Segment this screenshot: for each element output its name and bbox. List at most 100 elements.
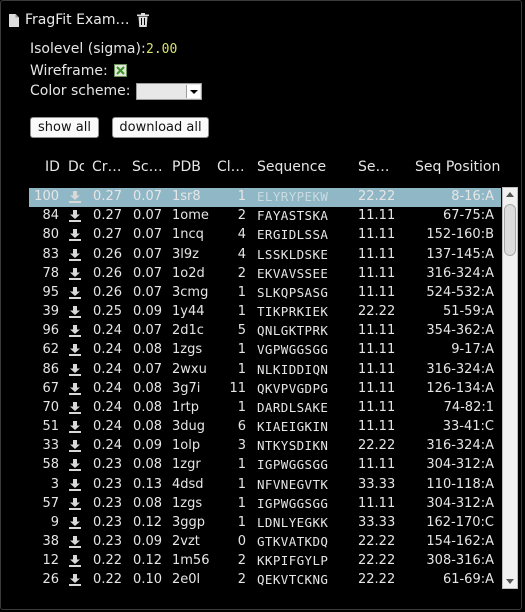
scroll-down-icon[interactable] — [503, 574, 517, 588]
cell-id: 51 — [42, 419, 59, 435]
color-scheme-select[interactable] — [136, 83, 202, 100]
wireframe-checkbox[interactable] — [114, 64, 127, 77]
table-row[interactable]: 38 0.23 0.09 2vzt 0 GTKVATKDQ 22.22 154-162:A — [29, 533, 501, 552]
column-header-se[interactable]: Se… — [358, 159, 398, 175]
download-icon[interactable] — [69, 229, 81, 245]
table-row[interactable]: 58 0.23 0.08 1zgr 1 IGPWGGSGG 11.11 304-312:A — [29, 456, 501, 475]
cell-pdb: 1zgs — [172, 342, 203, 358]
cell-seq-position: 304-312:A — [426, 457, 494, 473]
scrollbar-thumb[interactable] — [504, 204, 516, 256]
show-all-button[interactable]: show all — [30, 117, 99, 138]
download-icon[interactable] — [69, 497, 81, 514]
cell-sc: 0.07 — [133, 284, 162, 300]
fragment-table-body: 100 0.27 0.07 1sr8 1 ELYRYPEKW 22.22 8-16:A 84 0.… — [29, 188, 501, 588]
table-row[interactable]: 39 0.25 0.09 1y44 1 TIKPRKIEK 22.22 51-59:A — [29, 303, 501, 322]
download-icon[interactable] — [69, 555, 81, 571]
column-header-seq-position[interactable]: Seq Position — [415, 159, 501, 175]
cell-cr: 0.23 — [93, 457, 122, 473]
column-header-cr[interactable]: Cr… — [92, 159, 126, 175]
download-icon[interactable] — [69, 478, 81, 495]
download-icon[interactable] — [69, 536, 81, 552]
cell-seq-position: 126-134:A — [426, 380, 494, 396]
cell-pdb: 2vzt — [172, 534, 200, 550]
scroll-up-icon[interactable] — [503, 188, 517, 202]
cell-seq-position: 316-324:A — [426, 265, 494, 281]
cell-sequence: QNLGKTPRK — [257, 323, 329, 339]
cell-pdb: 1zgr — [172, 457, 201, 473]
table-row[interactable]: 26 0.22 0.10 2e0l 2 QEKVTCKNG 22.22 61-69:A — [29, 571, 501, 588]
cell-sequence: LSSKLDSKE — [257, 246, 329, 262]
table-row[interactable]: 9 0.23 0.12 3ggp 1 LDNLYEGKK 33.33 162-170:C — [29, 514, 501, 533]
download-all-button[interactable]: download all — [112, 117, 209, 138]
table-row[interactable]: 3 0.23 0.13 4dsd 1 NFVNEGVTK 33.33 110-118:A — [29, 476, 501, 495]
chevron-down-icon[interactable] — [186, 85, 200, 98]
table-row[interactable]: 57 0.23 0.08 1zgs 1 IGPWGGSGG 11.11 304-312:A — [29, 495, 501, 514]
download-icon[interactable] — [69, 382, 81, 399]
download-icon[interactable] — [69, 344, 81, 360]
table-row[interactable]: 86 0.24 0.07 2wxu 1 NLKIDDIQN 11.11 316-324:A — [29, 361, 501, 380]
cell-sc: 0.07 — [133, 227, 162, 243]
column-header-pdb[interactable]: PDB — [172, 159, 212, 175]
column-header-sequence[interactable]: Sequence — [257, 159, 347, 175]
cell-se: 33.33 — [358, 514, 396, 530]
download-icon[interactable] — [69, 516, 81, 533]
download-icon[interactable] — [69, 306, 81, 322]
table-scrollbar[interactable] — [502, 187, 518, 589]
table-row[interactable]: 84 0.27 0.07 1ome 2 FAYASTSKA 11.11 67-75:A — [29, 207, 501, 226]
cell-pdb: 2d1c — [172, 323, 204, 339]
table-row[interactable]: 78 0.26 0.07 1o2d 2 EKVAVSSEE 11.11 316-324:A — [29, 265, 501, 284]
isolevel-value[interactable]: 2.00 — [146, 42, 177, 57]
table-row[interactable]: 12 0.22 0.12 1m56 2 KKPIFGYLP 22.22 308-316:A — [29, 552, 501, 571]
table-row[interactable]: 62 0.24 0.08 1zgs 1 VGPWGGSGG 11.11 9-17:A — [29, 341, 501, 360]
cell-sequence: NTKYSDIKN — [257, 438, 329, 454]
cell-id: 57 — [42, 495, 59, 511]
cell-pdb: 2e0l — [172, 572, 201, 588]
table-row[interactable]: 70 0.24 0.08 1rtp 1 DARDLSAKE 11.11 74-82:1 — [29, 399, 501, 418]
trash-icon[interactable] — [137, 13, 150, 27]
cell-seq-position: 308-316:A — [426, 553, 494, 569]
download-icon[interactable] — [69, 286, 81, 303]
cell-sequence: SLKQPSASG — [257, 284, 329, 300]
cell-sequence: ERGIDLSSA — [257, 227, 329, 243]
download-icon[interactable] — [69, 459, 81, 475]
column-header-sc[interactable]: Sc… — [132, 159, 166, 175]
cell-cl: 1 — [237, 342, 246, 358]
table-row[interactable]: 33 0.24 0.09 1olp 3 NTKYSDIKN 22.22 316-324:A — [29, 437, 501, 456]
table-row[interactable]: 80 0.27 0.07 1ncq 4 ERGIDLSSA 11.11 152-160:B — [29, 226, 501, 245]
download-icon[interactable] — [69, 363, 81, 380]
column-header-cl[interactable]: Cl… — [217, 159, 247, 175]
cell-se: 11.11 — [358, 399, 396, 415]
table-row[interactable]: 67 0.24 0.08 3g7i 11 QKVPVGDPG 11.11 126-134:A — [29, 380, 501, 399]
download-icon[interactable] — [69, 191, 81, 207]
cell-cr: 0.26 — [93, 284, 122, 300]
cell-cr: 0.27 — [93, 189, 122, 204]
download-icon[interactable] — [69, 267, 81, 284]
table-row[interactable]: 96 0.24 0.07 2d1c 5 QNLGKTPRK 11.11 354-362:A — [29, 322, 501, 341]
table-row[interactable]: 83 0.26 0.07 3l9z 4 LSSKLDSKE 11.11 137-145:A — [29, 246, 501, 265]
table-row[interactable]: 51 0.24 0.08 3dug 6 KIAEIGKIN 11.11 33-41:C — [29, 418, 501, 437]
download-icon[interactable] — [69, 248, 81, 265]
cell-cl: 1 — [237, 399, 246, 415]
cell-cr: 0.22 — [93, 553, 122, 569]
table-header: ID Do Cr… Sc… PDB Cl… Sequence Se… Seq P… — [1, 159, 501, 181]
download-icon[interactable] — [69, 401, 81, 418]
column-header-download[interactable]: Do — [68, 159, 84, 175]
cell-sc: 0.13 — [133, 476, 162, 492]
cell-se: 11.11 — [358, 246, 396, 262]
cell-pdb: 3l9z — [172, 246, 199, 262]
download-icon[interactable] — [69, 325, 81, 341]
cell-sequence: NLKIDDIQN — [257, 361, 329, 377]
cell-sc: 0.08 — [133, 495, 162, 511]
isolevel-label: Isolevel (sigma): — [30, 41, 146, 57]
column-header-id[interactable]: ID — [45, 159, 61, 175]
cell-pdb: 2wxu — [172, 361, 207, 377]
table-row[interactable]: 95 0.26 0.07 3cmg 1 SLKQPSASG 11.11 524-532:A — [29, 284, 501, 303]
table-row[interactable]: 100 0.27 0.07 1sr8 1 ELYRYPEKW 22.22 8-16:A — [29, 188, 501, 207]
cell-sc: 0.07 — [133, 208, 162, 224]
download-icon[interactable] — [69, 440, 81, 456]
download-icon[interactable] — [69, 421, 81, 437]
cell-seq-position: 9-17:A — [451, 342, 494, 358]
cell-cr: 0.24 — [93, 399, 122, 415]
download-icon[interactable] — [69, 210, 81, 226]
download-icon[interactable] — [69, 574, 81, 588]
